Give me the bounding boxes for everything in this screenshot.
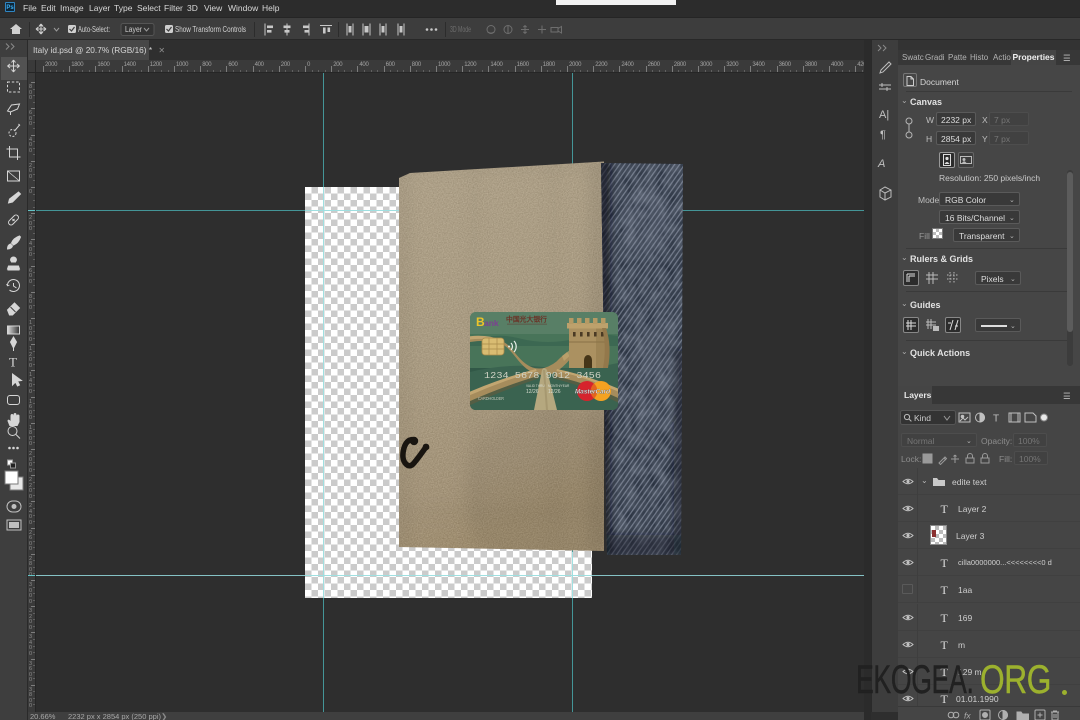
svg-text:ank: ank <box>484 318 499 328</box>
svg-text:T: T <box>941 556 949 570</box>
svg-text:Kind: Kind <box>914 413 931 423</box>
svg-text:1234 5678 9012 3456: 1234 5678 9012 3456 <box>484 371 601 381</box>
svg-text:T: T <box>941 502 949 516</box>
svg-text:¶: ¶ <box>880 129 886 141</box>
svg-text:3D Mode: 3D Mode <box>450 25 471 34</box>
svg-text:12/26: 12/26 <box>548 389 561 395</box>
svg-text:VALID THRU: VALID THRU <box>526 384 545 388</box>
svg-text:MasterCard: MasterCard <box>575 390 610 396</box>
svg-text:中国光大银行: 中国光大银行 <box>506 315 547 324</box>
svg-text:T: T <box>941 638 949 652</box>
svg-text:T: T <box>941 583 949 597</box>
svg-text:MONTH/YEAR: MONTH/YEAR <box>548 384 570 388</box>
svg-text:Show Transform Controls: Show Transform Controls <box>175 25 246 34</box>
svg-text:CARDHOLDER: CARDHOLDER <box>478 396 505 401</box>
svg-text:T: T <box>993 414 999 425</box>
svg-text:12/26: 12/26 <box>526 389 539 395</box>
svg-text:Auto-Select:: Auto-Select: <box>78 25 110 34</box>
svg-text:T: T <box>941 611 949 625</box>
svg-text:T: T <box>9 355 17 370</box>
svg-text:A|: A| <box>879 109 889 121</box>
svg-text:fx: fx <box>964 711 971 720</box>
svg-text:A: A <box>877 158 885 170</box>
svg-text:Layer: Layer <box>125 25 142 34</box>
